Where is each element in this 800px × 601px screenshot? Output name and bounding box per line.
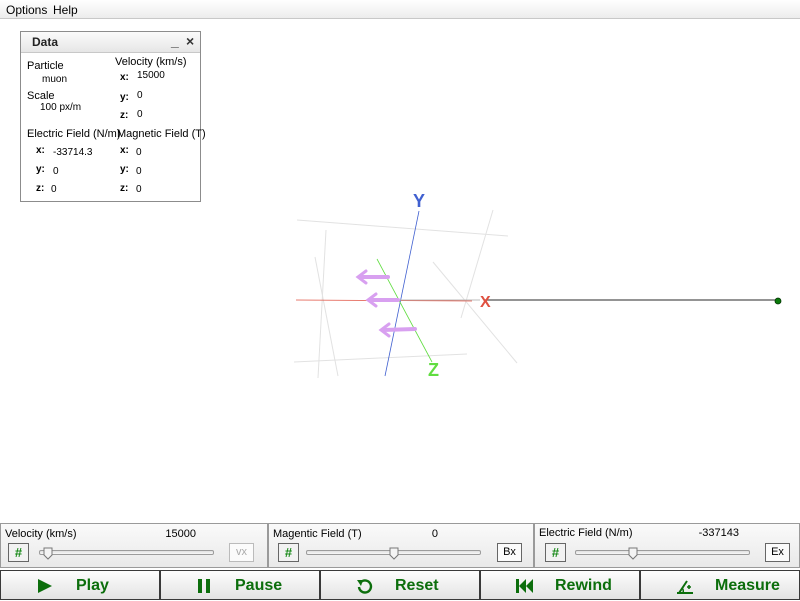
velocity-slider-value: 15000 [165,528,196,540]
measure-icon [677,580,693,594]
magnetic-slider-thumb[interactable] [389,547,399,560]
magnetic-slider-label: Magentic Field (T) [273,528,362,540]
rewind-button[interactable]: Rewind [480,570,640,600]
measure-button[interactable]: Measure [640,570,800,600]
velocity-slider-track[interactable] [39,550,214,555]
play-icon [38,579,52,593]
menu-help[interactable]: Help [53,3,78,17]
measure-label: Measure [715,577,780,594]
rewind-icon [516,579,533,593]
velocity-hash-button[interactable]: # [8,543,29,562]
velocity-axis-button[interactable]: vx [229,543,254,562]
rewind-label: Rewind [555,577,612,594]
z-axis-label: Z [428,360,439,380]
y-axis-line [384,210,420,377]
play-label: Play [76,577,109,594]
magnetic-hash-button[interactable]: # [278,543,299,562]
magnetic-axis-button[interactable]: Bx [497,543,522,562]
x-axis-label: X [480,294,491,311]
electric-slider-label: Electric Field (N/m) [539,527,633,539]
pause-button[interactable]: Pause [160,570,320,600]
y-axis-label: Y [413,191,425,211]
menu-options[interactable]: Options [6,3,47,17]
electric-slider-track[interactable] [575,550,750,555]
electric-axis-button[interactable]: Ex [765,543,790,562]
velocity-slider-panel: Velocity (km/s) 15000 # vx [0,523,268,568]
field-scene[interactable]: X Y Z [0,20,800,520]
electric-hash-button[interactable]: # [545,543,566,562]
reset-icon [357,579,373,594]
magnetic-slider-value: 0 [431,528,438,540]
electric-slider-thumb[interactable] [628,547,638,560]
velocity-slider-label: Velocity (km/s) [5,528,77,540]
velocity-slider-thumb[interactable] [43,547,53,560]
play-button[interactable]: Play [0,570,160,600]
field-arrow [355,269,390,285]
field-arrow [365,292,400,308]
reset-label: Reset [395,577,439,594]
particle-dot[interactable] [774,297,782,305]
reset-button[interactable]: Reset [320,570,480,600]
field-arrow [378,322,417,338]
pause-label: Pause [235,577,283,594]
magnetic-slider-panel: Magentic Field (T) 0 # Bx [268,523,534,568]
electric-slider-panel: Electric Field (N/m) -337143 # Ex [534,523,800,568]
electric-slider-value: -337143 [698,527,739,539]
pause-icon [198,579,210,593]
electric-field-arrows [355,269,417,338]
menu-bar: Options Help [0,0,800,19]
z-axis-line [376,258,433,363]
